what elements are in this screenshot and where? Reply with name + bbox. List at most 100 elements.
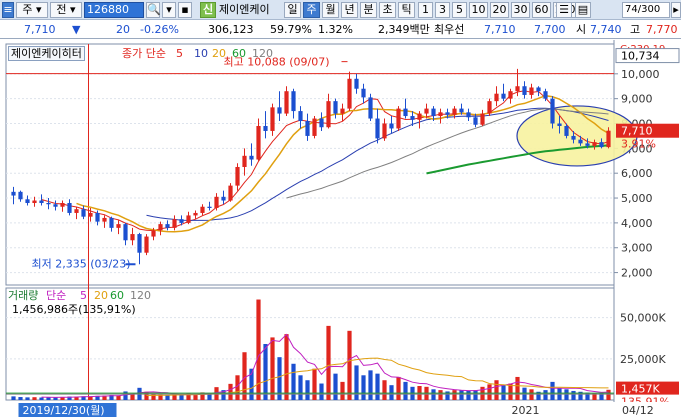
interval-button[interactable]: 60 — [532, 2, 551, 18]
candle-body — [606, 130, 611, 148]
volume-bar — [606, 389, 611, 400]
price-axis-label: 9,000 — [621, 93, 653, 106]
volume-bar — [319, 383, 324, 400]
candle-body — [368, 97, 373, 119]
candle-body — [417, 113, 422, 120]
candle-body — [88, 212, 93, 217]
low-annotation: 최저 2,335 (03/23) — [32, 257, 131, 270]
settings-icon[interactable]: ☰ — [556, 2, 572, 18]
stock-code-input[interactable]: 126880 — [84, 2, 144, 18]
volume-bar — [305, 380, 310, 400]
market-mode-select[interactable]: 주 ▾ — [16, 2, 48, 18]
candle-body — [158, 224, 163, 231]
price-axis-label: 4,000 — [621, 217, 653, 230]
period-button[interactable]: 월 — [322, 2, 339, 18]
prev-mode-select[interactable]: 전 ▾ — [50, 2, 82, 18]
menu-icon[interactable]: ≡ — [2, 2, 14, 18]
period-button[interactable]: 일 — [284, 2, 301, 18]
candle-body — [291, 91, 296, 112]
volume-ma-period-label: 120 — [130, 289, 151, 302]
volume-bar — [18, 397, 23, 400]
candle-body — [347, 78, 352, 109]
best-bid: 7,710 — [484, 23, 516, 36]
candle-body — [557, 123, 562, 126]
period-button[interactable]: 분 — [360, 2, 377, 18]
candle-body — [389, 123, 394, 129]
prev-mode-label: 전 — [56, 3, 67, 16]
candle-body — [529, 87, 534, 95]
volume-bar — [193, 395, 198, 400]
chart-canvas[interactable]: 10,0009,0008,0007,0006,0005,0004,0003,00… — [0, 40, 681, 420]
lock-icon[interactable]: ▪ — [178, 2, 192, 18]
volume-bar — [284, 334, 289, 400]
chart-background — [0, 40, 681, 420]
candle-body — [438, 112, 443, 117]
candle-body — [221, 196, 226, 201]
volume-axis-label: 25,000K — [620, 353, 666, 366]
candle-body — [312, 118, 317, 136]
candle-body — [298, 111, 303, 122]
display-count-field[interactable]: 74/300 — [622, 2, 670, 18]
candle-body — [109, 217, 114, 228]
interval-button[interactable]: 5 — [452, 2, 467, 18]
volume-bar — [347, 330, 352, 400]
volume-bar — [403, 381, 408, 400]
window-arrow-icon[interactable]: ▸ — [671, 2, 681, 18]
ma-period-label: 60 — [232, 47, 246, 60]
period-button[interactable]: 주 — [303, 2, 320, 18]
candle-body — [95, 212, 100, 222]
volume-bar — [375, 373, 380, 400]
candle-body — [564, 125, 569, 136]
candle-body — [431, 108, 436, 117]
price-axis-label: 3,000 — [621, 242, 653, 255]
current-price: 7,710 — [24, 23, 56, 36]
stock-chart[interactable]: 10,0009,0008,0007,0006,0005,0004,0003,00… — [0, 40, 681, 420]
interval-button[interactable]: 20 — [490, 2, 509, 18]
candle-body — [123, 224, 128, 241]
interval-button[interactable]: 3 — [435, 2, 450, 18]
candle-body — [487, 101, 492, 114]
volume-value: 306,123 — [208, 23, 254, 36]
open-value: 7,740 — [590, 23, 622, 36]
volume-bar — [270, 337, 275, 400]
interval-button[interactable]: 30 — [511, 2, 530, 18]
candle-body — [130, 234, 135, 241]
count-total: /300 — [637, 4, 661, 15]
period-button[interactable]: 틱 — [398, 2, 415, 18]
volume-bar — [361, 375, 366, 400]
candle-body — [74, 209, 79, 213]
year-label: 2021 — [512, 404, 540, 417]
interval-button[interactable]: 1 — [418, 2, 433, 18]
dropdown-icon[interactable]: ▾ — [162, 2, 176, 18]
candle-body — [445, 112, 450, 115]
chart-name-label[interactable]: 제이엔케이히터 — [8, 46, 85, 61]
volume-axis-label: 50,000K — [620, 312, 666, 325]
ma-type-label: 종가 단순 — [122, 47, 166, 60]
candle-body — [585, 143, 590, 146]
candle-body — [515, 86, 520, 92]
last-date-label: 04/12 — [622, 404, 654, 417]
volume-bar — [494, 380, 499, 400]
market-mode-label: 주 — [22, 3, 33, 16]
candle-body — [151, 230, 156, 237]
scroll-icon[interactable]: ▤ — [575, 2, 591, 18]
ma-period-label: 10 — [194, 47, 208, 60]
candle-body — [333, 101, 338, 114]
search-icon[interactable]: 🔍 — [146, 2, 161, 18]
volume-bar — [431, 389, 436, 400]
volume-bar — [333, 373, 338, 400]
chart-toolbar: ≡ 주 ▾ 전 ▾ 126880 🔍 ▾ ▪ 신 제이엔케이 일주월년분초틱 1… — [0, 0, 681, 20]
interval-button[interactable]: 10 — [469, 2, 488, 18]
volume-bar — [396, 376, 401, 400]
price-axis-label: 2,000 — [621, 267, 653, 280]
turnover-ratio: 1.32% — [318, 23, 353, 36]
candle-body — [501, 93, 506, 99]
candle-body — [179, 219, 184, 223]
period-button[interactable]: 년 — [341, 2, 358, 18]
candle-body — [263, 125, 268, 131]
candle-body — [466, 112, 471, 118]
candle-body — [508, 91, 513, 99]
period-button[interactable]: 초 — [379, 2, 396, 18]
volume-bar — [368, 370, 373, 400]
top-price-badge: 10,734 — [621, 50, 660, 63]
